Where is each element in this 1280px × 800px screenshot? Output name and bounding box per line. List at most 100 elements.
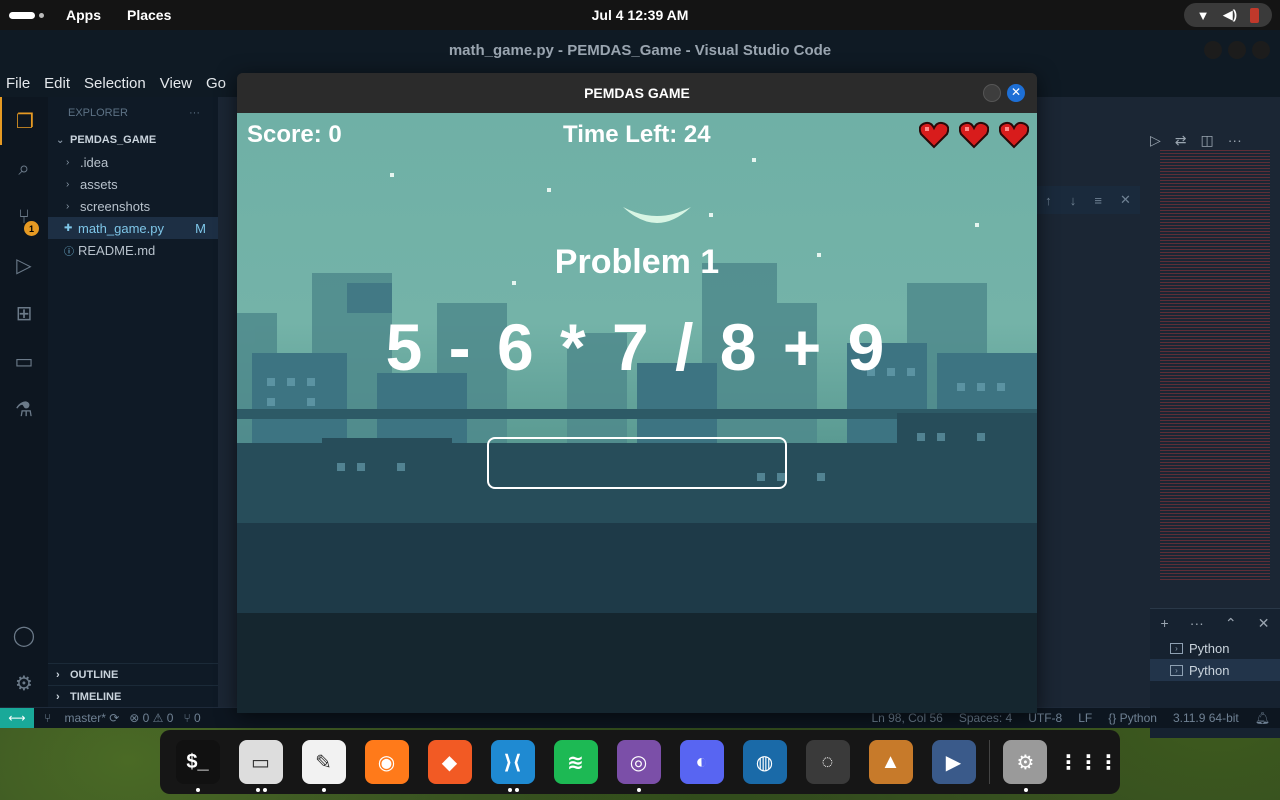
vscode-icon: ⟩⟨	[490, 740, 535, 784]
dock-item-steam[interactable]: ◍	[733, 730, 796, 794]
cursor-position[interactable]: Ln 98, Col 56	[871, 711, 942, 725]
chevron-right-icon: ›	[66, 200, 70, 212]
dock-item-settings[interactable]: ⚙	[994, 730, 1057, 794]
game-window-title: PEMDAS GAME	[584, 85, 690, 101]
terminal-tab-label: Python	[1189, 662, 1230, 678]
add-terminal-icon[interactable]: +	[1161, 615, 1169, 631]
tree-item-readme[interactable]: ⓘ README.md	[48, 239, 218, 261]
dock-item-brave[interactable]: ◆	[418, 730, 481, 794]
game-canvas[interactable]: Score: 0 Time Left: 24 Problem 1 5 - 6 *…	[237, 113, 1037, 713]
dock-item-text-editor[interactable]: ✎	[292, 730, 355, 794]
branch-status[interactable]: ⑂ master* ⟳	[44, 711, 119, 725]
top-bar: Apps Places Jul 4 12:39 AM ▼ ◀)	[0, 0, 1280, 30]
minimize-button[interactable]	[983, 84, 1001, 102]
tree-item-idea[interactable]: › .idea	[48, 151, 218, 173]
score-label: Score: 0	[247, 121, 342, 148]
dock-item-vscode[interactable]: ⟩⟨	[481, 730, 544, 794]
terminal-tab[interactable]: › Python	[1150, 659, 1280, 681]
maximize-button[interactable]	[1228, 41, 1246, 59]
dock-item-terminal[interactable]: $_	[166, 730, 229, 794]
menu-edit[interactable]: Edit	[44, 75, 70, 92]
activities-button[interactable]	[0, 0, 52, 30]
search-icon[interactable]: ⌕	[0, 145, 48, 193]
timeline-section[interactable]: › TIMELINE	[48, 685, 218, 707]
chevron-right-icon: ›	[66, 156, 70, 168]
system-tray[interactable]: ▼ ◀)	[1184, 3, 1272, 27]
tree-item-label: .idea	[80, 154, 109, 170]
close-button[interactable]: ✕	[1007, 84, 1025, 102]
chevron-up-icon[interactable]: ⌃	[1225, 615, 1237, 632]
language-mode[interactable]: {} Python	[1108, 711, 1157, 725]
dock-item-firefox[interactable]: ◉	[355, 730, 418, 794]
compare-icon[interactable]: ⇄	[1175, 132, 1187, 149]
menu-selection[interactable]: Selection	[84, 75, 146, 92]
more-icon[interactable]: ···	[1228, 132, 1242, 149]
window-titlebar: math_game.py - PEMDAS_Game - Visual Stud…	[0, 30, 1280, 70]
terminal-icon: $_	[175, 740, 220, 784]
close-icon[interactable]: ✕	[1120, 192, 1131, 208]
split-editor-icon[interactable]: ◫	[1201, 132, 1214, 149]
more-icon[interactable]: ···	[1190, 615, 1204, 631]
eol-status[interactable]: LF	[1078, 711, 1092, 725]
indentation-status[interactable]: Spaces: 4	[959, 711, 1012, 725]
problems-status[interactable]: ⊗ 0 ⚠ 0	[129, 711, 173, 725]
dock-item-discord[interactable]: ◐	[670, 730, 733, 794]
ports-status[interactable]: ⑂ 0	[183, 711, 200, 725]
run-debug-icon[interactable]: ▷	[0, 241, 48, 289]
close-icon[interactable]: ✕	[1258, 615, 1270, 632]
tree-item-screenshots[interactable]: › screenshots	[48, 195, 218, 217]
tree-item-assets[interactable]: › assets	[48, 173, 218, 195]
notifications-bell-icon[interactable]: 🔔︎	[1255, 711, 1270, 725]
arrow-up-icon[interactable]: ↑	[1045, 193, 1052, 208]
remote-explorer-icon[interactable]: ▭	[0, 337, 48, 385]
places-menu[interactable]: Places	[127, 7, 171, 23]
dock-separator	[989, 740, 990, 784]
extensions-icon[interactable]: ⊞	[0, 289, 48, 337]
chevron-right-icon: ›	[66, 178, 70, 190]
dock-item-kde-connect[interactable]: ▶	[922, 730, 985, 794]
window-title: math_game.py - PEMDAS_Game - Visual Stud…	[448, 41, 832, 59]
source-control-icon[interactable]: ⑂ 1	[0, 193, 48, 241]
close-button[interactable]	[1252, 41, 1270, 59]
terminal-tab-label: Python	[1189, 640, 1230, 656]
dock-item-chicken-game[interactable]: ▲	[859, 730, 922, 794]
minimize-button[interactable]	[1204, 41, 1222, 59]
terminal-tab[interactable]: › Python	[1150, 637, 1280, 659]
heart-icon	[959, 121, 989, 149]
files-icon: ▭	[238, 740, 283, 784]
kde-connect-icon: ▶	[931, 740, 976, 784]
chicken-game-icon: ▲	[868, 740, 913, 784]
workspace-indicator-active	[8, 11, 35, 19]
workspace-root[interactable]: ⌄ PEMDAS_GAME	[48, 129, 218, 151]
run-icon[interactable]: ▷	[1150, 132, 1161, 149]
encoding-status[interactable]: UTF-8	[1028, 711, 1062, 725]
dock-item-obs[interactable]: ◌	[796, 730, 859, 794]
explorer-icon[interactable]: ❐	[0, 97, 48, 145]
tree-item-label: screenshots	[80, 198, 151, 214]
outline-section[interactable]: › OUTLINE	[48, 663, 218, 685]
dock-item-files[interactable]: ▭	[229, 730, 292, 794]
menu-go[interactable]: Go	[206, 75, 226, 92]
dock-item-spotify[interactable]: ≋	[544, 730, 607, 794]
account-icon[interactable]: ◯	[0, 611, 48, 659]
volume-icon: ◀)	[1222, 7, 1238, 22]
minimap[interactable]	[1160, 150, 1270, 580]
menu-file[interactable]: File	[6, 75, 30, 92]
find-selection-icon[interactable]: ≡	[1094, 193, 1102, 208]
testing-icon[interactable]: ⚗	[0, 385, 48, 433]
apps-menu[interactable]: Apps	[66, 7, 101, 23]
star	[547, 188, 551, 192]
more-actions-icon[interactable]: ···	[189, 107, 200, 119]
remote-indicator-icon[interactable]: ⟷	[0, 708, 34, 728]
arrow-down-icon[interactable]: ↓	[1070, 193, 1077, 208]
dock-item-app-grid[interactable]: ⋮⋮⋮	[1057, 730, 1120, 794]
clock[interactable]: Jul 4 12:39 AM	[0, 7, 1280, 23]
tree-item-math-game[interactable]: ✚ math_game.py M	[48, 217, 218, 239]
manage-gear-icon[interactable]: ⚙	[0, 659, 48, 707]
python-interpreter[interactable]: 3.11.9 64-bit	[1173, 711, 1239, 725]
battery-icon	[1250, 7, 1260, 23]
answer-input[interactable]	[487, 437, 787, 489]
dock-item-github-desktop[interactable]: ◎	[607, 730, 670, 794]
app-grid-icon: ⋮⋮⋮	[1058, 740, 1118, 784]
menu-view[interactable]: View	[160, 75, 192, 92]
